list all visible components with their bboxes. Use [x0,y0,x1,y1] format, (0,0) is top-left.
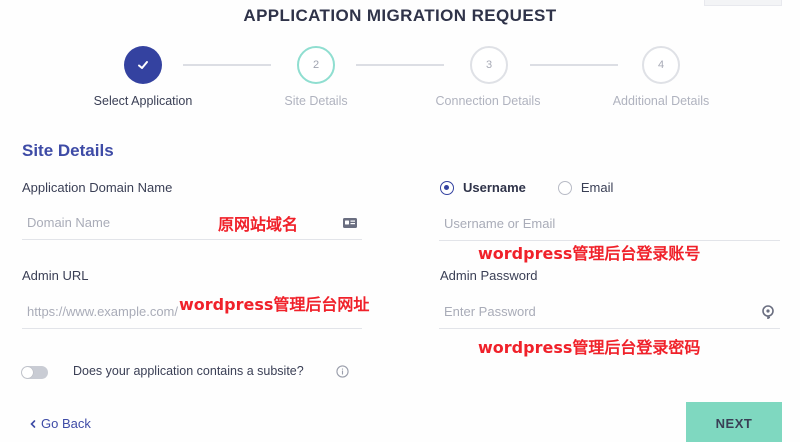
email-radio-label[interactable]: Email [581,180,614,195]
domain-field-wrapper [22,206,362,240]
credential-type-group: Username Email [440,180,613,195]
username-radio-label[interactable]: Username [463,180,526,195]
step-1-label: Select Application [93,94,193,108]
step-4-label: Additional Details [612,94,710,108]
key-icon[interactable] [760,304,776,320]
admin-password-label: Admin Password [440,268,538,283]
domain-annotation: 原网站域名 [218,215,299,234]
section-title: Site Details [22,141,114,160]
step-4-indicator[interactable]: 4 [642,46,680,84]
top-right-tab [704,0,782,6]
step-2-indicator[interactable]: 2 [297,46,335,84]
next-button[interactable]: NEXT [686,402,782,442]
username-input[interactable] [439,216,780,231]
step-2-label: Site Details [284,94,348,108]
subsite-toggle[interactable] [21,366,48,379]
password-field-wrapper [439,295,780,329]
subsite-question: Does your application contains a subsite… [73,364,304,378]
step-1-indicator[interactable] [124,46,162,84]
step-connector-3 [530,64,618,66]
username-field-wrapper [439,207,780,241]
username-annotation: wordpress管理后台登录账号 [478,244,701,263]
password-annotation: wordpress管理后台登录密码 [478,338,701,357]
chevron-left-icon [30,419,36,428]
go-back-label: Go Back [41,416,91,431]
check-icon [138,61,148,69]
step-3-label: Connection Details [435,94,541,108]
info-icon[interactable] [336,365,349,378]
domain-label: Application Domain Name [22,180,173,195]
go-back-link[interactable]: Go Back [28,416,91,431]
password-input[interactable] [439,304,780,319]
id-card-icon [343,218,357,228]
step-3-indicator[interactable]: 3 [470,46,508,84]
step-connector-1 [183,64,271,66]
email-radio[interactable] [557,180,572,195]
admin-url-label: Admin URL [22,268,89,283]
username-radio[interactable] [440,180,454,195]
page-title: APPLICATION MIGRATION REQUEST [243,6,557,25]
admin-url-annotation: wordpress管理后台网址 [179,295,370,314]
domain-input[interactable] [22,215,362,230]
step-connector-2 [356,64,444,66]
